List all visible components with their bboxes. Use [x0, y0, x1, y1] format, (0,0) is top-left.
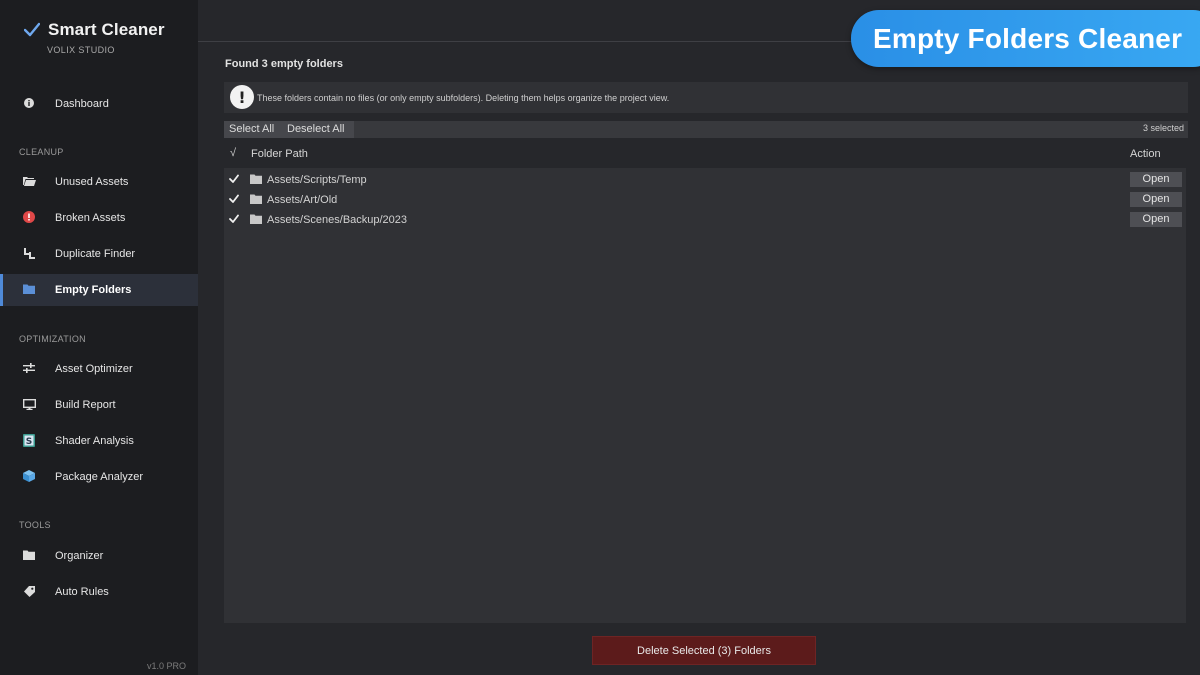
- list-header: √ Folder Path Action: [224, 142, 1188, 166]
- sidebar-item-label: Dashboard: [55, 98, 109, 110]
- open-button[interactable]: Open: [1130, 172, 1182, 187]
- studio-name: VOLIX STUDIO: [47, 45, 115, 55]
- svg-text:S: S: [26, 437, 32, 447]
- row-checkbox[interactable]: [229, 174, 239, 184]
- section-cleanup: CLEANUP: [19, 147, 64, 157]
- header-folder-path: Folder Path: [251, 148, 308, 160]
- sidebar-item-shader-analysis[interactable]: S Shader Analysis: [0, 425, 198, 457]
- open-button[interactable]: Open: [1130, 212, 1182, 227]
- folder-icon: [250, 214, 262, 224]
- folder-path: Assets/Scripts/Temp: [267, 174, 367, 186]
- info-icon: [22, 96, 36, 110]
- folder-open-icon: [22, 174, 36, 188]
- exclamation-icon: !: [230, 85, 254, 109]
- sidebar-item-label: Organizer: [55, 550, 104, 562]
- header-action: Action: [1130, 148, 1161, 160]
- select-all-button[interactable]: Select All: [224, 121, 282, 138]
- row-checkbox[interactable]: [229, 214, 239, 224]
- shader-icon: S: [22, 433, 36, 447]
- package-icon: [22, 469, 36, 483]
- sidebar-item-empty-folders[interactable]: Empty Folders: [0, 274, 198, 306]
- sidebar-item-asset-optimizer[interactable]: Asset Optimizer: [0, 353, 198, 385]
- sidebar-item-package-analyzer[interactable]: Package Analyzer: [0, 461, 198, 493]
- sliders-icon: [22, 361, 36, 375]
- title-banner: Empty Folders Cleaner: [851, 10, 1200, 67]
- folder-path: Assets/Scenes/Backup/2023: [267, 214, 408, 226]
- sidebar-item-label: Empty Folders: [55, 284, 132, 296]
- version-label: v1.0 PRO: [147, 661, 187, 671]
- folder-path: Assets/Art/Old: [267, 194, 338, 206]
- sidebar-item-label: Package Analyzer: [55, 471, 144, 483]
- sidebar-item-auto-rules[interactable]: Auto Rules: [0, 576, 198, 608]
- selected-count: 3 selected: [1142, 123, 1184, 133]
- list-item: Assets/Art/Old Open: [224, 189, 1186, 209]
- open-button[interactable]: Open: [1130, 192, 1182, 207]
- folder-icon: [22, 548, 36, 562]
- app-title: Smart Cleaner: [48, 20, 165, 39]
- header-check-column: √: [230, 147, 237, 159]
- sidebar-item-label: Shader Analysis: [55, 435, 134, 447]
- sidebar-item-label: Build Report: [55, 399, 116, 411]
- list-item: Assets/Scripts/Temp Open: [224, 169, 1186, 189]
- delete-selected-button[interactable]: Delete Selected (3) Folders: [592, 636, 816, 665]
- folder-icon: [22, 282, 36, 296]
- sidebar-item-unused-assets[interactable]: Unused Assets: [0, 166, 198, 198]
- monitor-icon: [22, 397, 36, 411]
- sidebar-item-dashboard[interactable]: Dashboard: [0, 88, 198, 120]
- section-optimization: OPTIMIZATION: [19, 334, 86, 344]
- list-item: Assets/Scenes/Backup/2023 Open: [224, 209, 1186, 229]
- selection-toolbar: Select All Deselect All 3 selected: [224, 121, 1188, 138]
- duplicate-icon: [22, 246, 36, 260]
- section-tools: TOOLS: [19, 520, 51, 530]
- sidebar-item-label: Auto Rules: [55, 586, 109, 598]
- folder-icon: [250, 194, 262, 204]
- sidebar-item-label: Unused Assets: [55, 176, 129, 188]
- found-count-text: Found 3 empty folders: [225, 58, 343, 70]
- sidebar-item-organizer[interactable]: Organizer: [0, 540, 198, 572]
- sidebar-item-build-report[interactable]: Build Report: [0, 389, 198, 421]
- check-logo-icon: [24, 22, 40, 37]
- deselect-all-button[interactable]: Deselect All: [282, 121, 354, 138]
- info-box: ! These folders contain no files (or onl…: [224, 82, 1188, 113]
- sidebar-item-duplicate-finder[interactable]: Duplicate Finder: [0, 238, 198, 270]
- error-icon: [22, 210, 36, 224]
- sidebar-item-label: Broken Assets: [55, 212, 126, 224]
- folder-list: Assets/Scripts/Temp Open Assets/Art/Old …: [224, 168, 1186, 623]
- info-text: These folders contain no files (or only …: [257, 93, 670, 103]
- row-checkbox[interactable]: [229, 194, 239, 204]
- sidebar-item-label: Asset Optimizer: [55, 363, 133, 375]
- sidebar-item-broken-assets[interactable]: Broken Assets: [0, 202, 198, 234]
- folder-icon: [250, 174, 262, 184]
- tag-icon: [22, 584, 36, 598]
- sidebar-item-label: Duplicate Finder: [55, 248, 136, 260]
- sidebar: Smart Cleaner VOLIX STUDIO Dashboard CLE…: [0, 0, 198, 675]
- banner-title: Empty Folders Cleaner: [873, 22, 1183, 54]
